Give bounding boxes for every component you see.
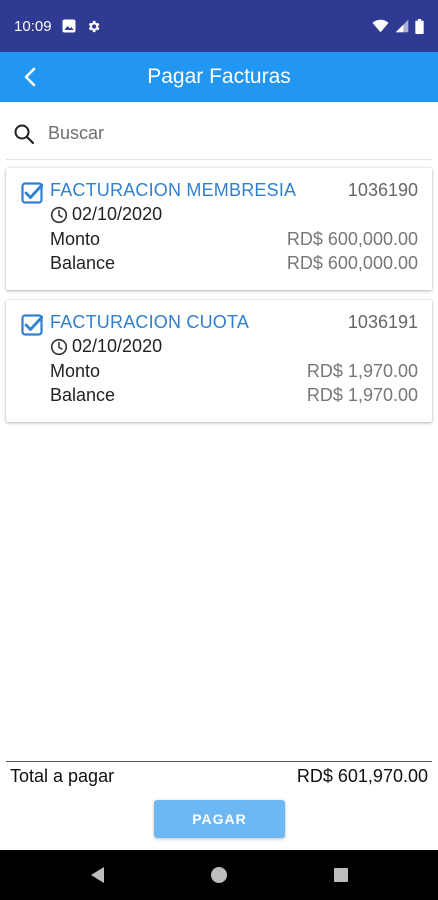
search-bar (6, 108, 432, 160)
clock-icon (50, 338, 68, 356)
monto-label: Monto (50, 229, 101, 249)
invoice-card[interactable]: FACTURACION CUOTA 1036191 02/10/2020 Mon… (6, 300, 432, 422)
checkbox-checked-icon[interactable] (21, 182, 43, 204)
nav-recents-icon[interactable] (329, 863, 353, 887)
page-title: Pagar Facturas (147, 65, 291, 88)
balance-value: RD$ 1,970.00 (306, 385, 418, 405)
gear-icon (88, 20, 99, 32)
balance-value: RD$ 600,000.00 (286, 253, 418, 273)
clock-icon (50, 206, 68, 224)
invoice-number: 1036190 (347, 180, 418, 200)
monto-value: RD$ 600,000.00 (286, 229, 418, 249)
navigation-bar (0, 850, 438, 900)
total-label: Total a pagar (10, 766, 115, 786)
invoice-title: FACTURACION MEMBRESIA (50, 180, 297, 200)
image-icon (62, 19, 76, 33)
invoice-number: 1036191 (347, 312, 418, 332)
monto-value: RD$ 1,970.00 (306, 361, 418, 381)
search-icon (14, 124, 35, 144)
battery-icon (415, 18, 424, 34)
signal-icon (395, 19, 409, 33)
balance-label: Balance (50, 253, 116, 273)
search-input[interactable] (48, 123, 408, 144)
status-bar: 10:09 (0, 0, 438, 52)
invoice-date: 02/10/2020 (72, 336, 163, 356)
monto-label: Monto (50, 361, 101, 381)
invoice-title: FACTURACION CUOTA (50, 312, 250, 332)
app-bar: Pagar Facturas (0, 52, 438, 102)
status-time: 10:09 (14, 17, 52, 35)
invoice-card[interactable]: FACTURACION MEMBRESIA 1036190 02/10/2020… (6, 168, 432, 290)
wifi-icon (372, 19, 389, 33)
divider (6, 761, 432, 762)
invoice-date: 02/10/2020 (72, 204, 163, 224)
balance-label: Balance (50, 385, 116, 405)
pay-button[interactable]: PAGAR (154, 800, 285, 838)
total-value: RD$ 601,970.00 (296, 766, 428, 786)
nav-back-icon[interactable] (86, 863, 110, 887)
checkbox-checked-icon[interactable] (21, 314, 43, 336)
nav-home-icon[interactable] (207, 863, 231, 887)
arrow-back-icon[interactable] (18, 64, 44, 90)
